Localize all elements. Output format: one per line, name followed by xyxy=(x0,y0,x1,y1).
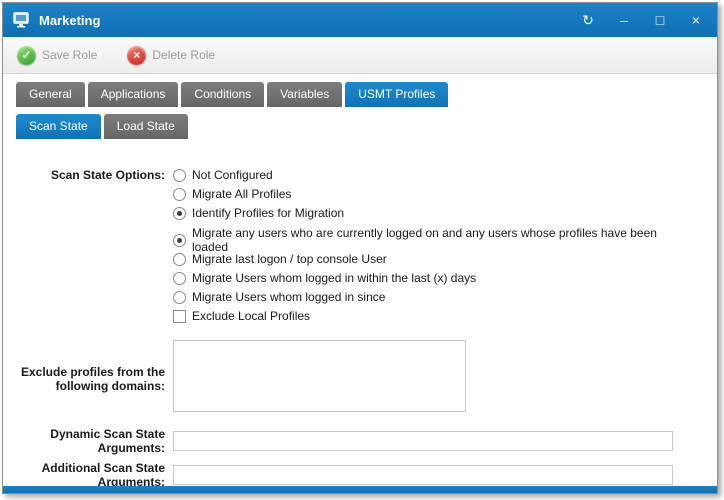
delete-role-label: Delete Role xyxy=(152,48,215,62)
window-bottom-bar xyxy=(3,486,717,493)
app-icon xyxy=(13,12,31,28)
titlebar: Marketing ↻ – □ × xyxy=(3,3,717,37)
scan-state-form: Scan State Options: Not Configured Migra… xyxy=(3,139,717,486)
radio-icon xyxy=(173,169,186,182)
tab-applications[interactable]: Applications xyxy=(88,82,179,107)
refresh-button[interactable]: ↻ xyxy=(577,9,599,31)
radio-icon xyxy=(173,188,186,201)
radio-migrate-all-profiles[interactable]: Migrate All Profiles xyxy=(173,187,673,201)
dynamic-args-input[interactable] xyxy=(173,431,673,451)
radio-not-configured[interactable]: Not Configured xyxy=(173,168,673,182)
window: Marketing ↻ – □ × ✓ Save Role × Delete R… xyxy=(2,2,718,494)
radio-icon xyxy=(173,234,186,247)
additional-args-input[interactable] xyxy=(173,465,673,485)
tab-variables[interactable]: Variables xyxy=(267,82,342,107)
tab-bar: General Applications Conditions Variable… xyxy=(3,74,717,107)
radio-icon xyxy=(173,207,186,220)
radio-migrate-logged-in-since[interactable]: Migrate Users whom logged in since xyxy=(173,290,673,304)
checkbox-exclude-local-profiles[interactable]: Exclude Local Profiles xyxy=(173,309,673,323)
radio-migrate-logged-on-users[interactable]: Migrate any users who are currently logg… xyxy=(173,233,673,247)
subtab-load-state[interactable]: Load State xyxy=(104,114,188,139)
subtab-scan-state[interactable]: Scan State xyxy=(16,114,101,139)
radio-icon xyxy=(173,253,186,266)
radio-migrate-last-logon[interactable]: Migrate last logon / top console User xyxy=(173,252,673,266)
save-check-icon: ✓ xyxy=(17,46,36,65)
save-role-button[interactable]: ✓ Save Role xyxy=(11,42,103,69)
tab-conditions[interactable]: Conditions xyxy=(181,82,264,107)
delete-role-button[interactable]: × Delete Role xyxy=(121,42,221,69)
radio-icon xyxy=(173,291,186,304)
toolbar: ✓ Save Role × Delete Role xyxy=(3,37,717,74)
minimize-button[interactable]: – xyxy=(613,9,635,31)
exclude-domains-label: Exclude profiles from the following doma… xyxy=(3,365,173,393)
tab-usmt-profiles[interactable]: USMT Profiles xyxy=(345,82,448,107)
radio-identify-profiles[interactable]: Identify Profiles for Migration xyxy=(173,206,673,220)
window-title: Marketing xyxy=(39,13,577,28)
dynamic-args-label: Dynamic Scan State Arguments: xyxy=(3,427,173,455)
subtab-bar: Scan State Load State xyxy=(3,107,717,139)
delete-x-icon: × xyxy=(127,46,146,65)
radio-icon xyxy=(173,272,186,285)
close-button[interactable]: × xyxy=(685,9,707,31)
additional-args-label: Additional Scan State Arguments: xyxy=(3,461,173,486)
tab-general[interactable]: General xyxy=(16,82,85,107)
radio-migrate-last-x-days[interactable]: Migrate Users whom logged in within the … xyxy=(173,271,673,285)
save-role-label: Save Role xyxy=(42,48,97,62)
exclude-domains-textarea[interactable] xyxy=(173,340,466,412)
scan-state-options-label: Scan State Options: xyxy=(3,168,173,328)
checkbox-icon xyxy=(173,310,186,323)
maximize-button[interactable]: □ xyxy=(649,9,671,31)
